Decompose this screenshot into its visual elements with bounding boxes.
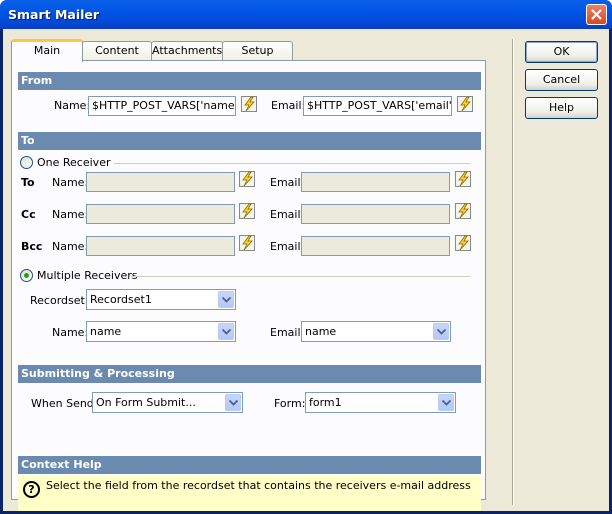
- one-receiver-radio[interactable]: [20, 156, 33, 169]
- to-email-label: Email:: [270, 176, 305, 189]
- bcc-email-label: Email:: [270, 240, 305, 253]
- tab-setup[interactable]: Setup: [222, 41, 293, 61]
- tab-main[interactable]: Main: [11, 39, 83, 62]
- from-email-dynamic-data-icon[interactable]: [457, 96, 473, 112]
- multi-email-select[interactable]: name: [301, 321, 451, 342]
- divider: [512, 39, 514, 505]
- bcc-name-dynamic-data-icon[interactable]: [239, 235, 255, 251]
- question-icon: ?: [23, 481, 40, 498]
- cc-name-field[interactable]: [86, 204, 235, 224]
- close-icon: [591, 9, 602, 20]
- chevron-down-icon: [229, 400, 238, 406]
- one-receiver-label: One Receiver: [37, 156, 111, 169]
- chevron-down-icon: [222, 329, 231, 335]
- dropdown-button[interactable]: [218, 291, 234, 308]
- cc-name-label: Name:: [52, 208, 89, 221]
- to-name-label: Name:: [52, 176, 89, 189]
- cc-email-field[interactable]: [301, 204, 450, 224]
- close-button[interactable]: [586, 4, 607, 25]
- chevron-down-icon: [437, 329, 446, 335]
- cc-email-dynamic-data-icon[interactable]: [455, 203, 471, 219]
- tab-content[interactable]: Content: [82, 41, 152, 61]
- from-email-label: Email:: [271, 99, 306, 112]
- recordset-label: Recordset:: [30, 294, 89, 307]
- when-send-label: When Send:: [31, 397, 98, 410]
- cc-row-label: Cc: [21, 208, 36, 221]
- title-bar[interactable]: Smart Mailer: [0, 0, 612, 29]
- section-header-submitting: Submitting & Processing: [18, 365, 481, 383]
- bcc-row-label: Bcc: [21, 240, 43, 253]
- context-help-box: ? Select the field from the recordset th…: [18, 475, 481, 511]
- window-title: Smart Mailer: [8, 7, 100, 22]
- smart-mailer-window: Smart Mailer Main Content Attachments Se…: [0, 0, 612, 514]
- tab-attachments[interactable]: Attachments: [151, 41, 223, 61]
- from-name-field[interactable]: $HTTP_POST_VARS['name']: [88, 96, 236, 116]
- form-label: Form:: [274, 397, 306, 410]
- section-header-to: To: [18, 132, 481, 150]
- main-tab-panel: From Name: $HTTP_POST_VARS['name'] Email…: [11, 60, 486, 511]
- ok-button[interactable]: OK: [525, 41, 598, 63]
- multi-name-select[interactable]: name: [86, 321, 236, 342]
- when-send-selected-value: On Form Submit...: [96, 396, 196, 409]
- from-name-dynamic-data-icon[interactable]: [241, 96, 257, 112]
- cancel-button[interactable]: Cancel: [525, 69, 598, 91]
- to-name-field[interactable]: [86, 172, 235, 192]
- multi-name-selected-value: name: [90, 325, 122, 338]
- to-email-dynamic-data-icon[interactable]: [455, 171, 471, 187]
- dropdown-button[interactable]: [218, 323, 234, 340]
- when-send-select[interactable]: On Form Submit...: [92, 392, 243, 413]
- from-email-field[interactable]: $HTTP_POST_VARS['email']: [303, 96, 452, 116]
- to-name-dynamic-data-icon[interactable]: [239, 171, 255, 187]
- context-help-text: Select the field from the recordset that…: [46, 479, 471, 492]
- to-email-field[interactable]: [301, 172, 450, 192]
- multiple-receivers-radio[interactable]: [20, 269, 33, 282]
- divider: [114, 163, 471, 164]
- bcc-email-dynamic-data-icon[interactable]: [455, 235, 471, 251]
- form-selected-value: form1: [309, 396, 342, 409]
- multi-email-label: Email:: [270, 326, 305, 339]
- divider: [131, 276, 471, 277]
- section-header-context-help: Context Help: [18, 456, 481, 474]
- recordset-select[interactable]: Recordset1: [86, 289, 236, 310]
- bcc-name-label: Name:: [52, 240, 89, 253]
- dialog-client: Main Content Attachments Setup From Name…: [3, 29, 609, 511]
- chevron-down-icon: [222, 297, 231, 303]
- dropdown-button[interactable]: [225, 394, 241, 411]
- multi-email-selected-value: name: [305, 325, 337, 338]
- radio-selected-dot: [24, 273, 29, 278]
- cc-name-dynamic-data-icon[interactable]: [239, 203, 255, 219]
- dropdown-button[interactable]: [438, 394, 454, 411]
- from-name-label: Name:: [54, 99, 91, 112]
- bcc-name-field[interactable]: [86, 236, 235, 256]
- form-select[interactable]: form1: [305, 392, 456, 413]
- recordset-selected-value: Recordset1: [90, 293, 152, 306]
- help-button[interactable]: Help: [525, 97, 598, 119]
- dropdown-button[interactable]: [433, 323, 449, 340]
- cc-email-label: Email:: [270, 208, 305, 221]
- multi-name-label: Name:: [52, 326, 89, 339]
- multiple-receivers-label: Multiple Receivers: [37, 269, 138, 282]
- to-row-label: To: [21, 176, 35, 189]
- section-header-from: From: [18, 72, 481, 90]
- bcc-email-field[interactable]: [301, 236, 450, 256]
- chevron-down-icon: [442, 400, 451, 406]
